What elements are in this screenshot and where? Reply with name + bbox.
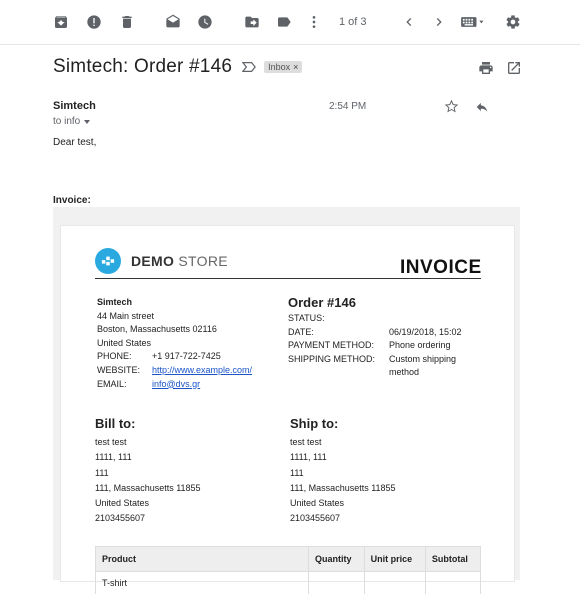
- order-date: 06/19/2018, 15:02: [389, 326, 479, 340]
- report-spam-icon[interactable]: [86, 14, 102, 30]
- input-tools-icon[interactable]: [459, 14, 487, 30]
- ship-to-line3: 111, Massachusetts 11855: [290, 481, 396, 496]
- archive-icon[interactable]: [53, 14, 69, 30]
- table-cell-product: T-shirt: [96, 572, 309, 594]
- email-time: 2:54 PM: [329, 101, 366, 112]
- store-website-row: WEBSITE: http://www.example.com/: [97, 364, 252, 378]
- ship-to-country: United States: [290, 496, 396, 511]
- subject-row: Simtech: Order #146 Inbox ×: [53, 56, 302, 78]
- table-cell-subtotal: [425, 572, 480, 594]
- invoice-heading: Invoice:: [53, 195, 91, 206]
- table-cell-quantity: [309, 572, 365, 594]
- column-header-quantity: Quantity: [309, 547, 365, 572]
- payment-method-row: PAYMENT METHOD: Phone ordering: [288, 339, 479, 353]
- toolbar: 1 of 3: [0, 0, 580, 45]
- store-email-label: EMAIL:: [97, 378, 152, 392]
- print-icon[interactable]: [478, 60, 494, 76]
- store-phone-label: PHONE:: [97, 350, 152, 364]
- invoice-title: INVOICE: [400, 257, 482, 279]
- mark-unread-icon[interactable]: [165, 14, 181, 30]
- order-status-row: STATUS:: [288, 312, 479, 326]
- settings-icon[interactable]: [505, 14, 521, 30]
- invoice-container: DEMO STORE INVOICE Simtech 44 Main stree…: [53, 207, 520, 580]
- bill-to-line3: 111, Massachusetts 11855: [95, 481, 201, 496]
- shipping-method-row: SHIPPING METHOD: Custom shipping method: [288, 353, 479, 380]
- store-phone: +1 917-722-7425: [152, 350, 221, 364]
- importance-marker-icon[interactable]: [242, 60, 256, 74]
- invoice-card: DEMO STORE INVOICE Simtech 44 Main stree…: [60, 225, 515, 582]
- ship-to-block: Ship to: test test 1111, 111 111 111, Ma…: [290, 415, 396, 527]
- store-name: Simtech: [97, 296, 252, 310]
- store-phone-row: PHONE: +1 917-722-7425: [97, 350, 252, 364]
- bill-to-name: test test: [95, 435, 201, 450]
- table-cell-unit-price: [364, 572, 425, 594]
- order-date-label: DATE:: [288, 326, 389, 340]
- store-logo: DEMO STORE: [95, 248, 228, 274]
- sender-name[interactable]: Simtech: [53, 100, 96, 112]
- column-header-subtotal: Subtotal: [425, 547, 480, 572]
- order-info: Order #146 STATUS: DATE: 06/19/2018, 15:…: [288, 295, 479, 380]
- items-table: Product Quantity Unit price Subtotal T-s…: [95, 546, 481, 594]
- order-title: Order #146: [288, 295, 479, 311]
- payment-method: Phone ordering: [389, 339, 479, 353]
- order-status-label: STATUS:: [288, 312, 389, 326]
- store-logo-text: DEMO STORE: [131, 253, 228, 269]
- column-header-product: Product: [96, 547, 309, 572]
- store-email-row: EMAIL: info@dvs.gr: [97, 378, 252, 392]
- table-header-row: Product Quantity Unit price Subtotal: [96, 547, 481, 572]
- move-to-icon[interactable]: [244, 14, 260, 30]
- table-row: T-shirt: [96, 572, 481, 594]
- next-icon[interactable]: [431, 14, 447, 30]
- ship-to-name: test test: [290, 435, 396, 450]
- order-date-row: DATE: 06/19/2018, 15:02: [288, 326, 479, 340]
- invoice-divider: [95, 278, 481, 279]
- inbox-label-chip: Inbox ×: [264, 61, 302, 73]
- column-header-unit-price: Unit price: [364, 547, 425, 572]
- label-icon[interactable]: [276, 14, 292, 30]
- ship-to-phone: 2103455607: [290, 511, 396, 526]
- store-address-line2: Boston, Massachusetts 02116: [97, 323, 252, 337]
- recipient-text: to info: [53, 116, 80, 127]
- recipient-details[interactable]: to info: [53, 116, 90, 127]
- remove-label-button[interactable]: ×: [293, 62, 298, 72]
- ship-to-line2: 111: [290, 466, 396, 481]
- ship-to-line1: 1111, 111: [290, 450, 396, 465]
- greeting-text: Dear test,: [53, 137, 96, 148]
- star-icon[interactable]: [444, 99, 459, 114]
- shipping-method: Custom shipping method: [389, 353, 479, 380]
- bill-to-heading: Bill to:: [95, 415, 201, 432]
- store-logo-icon: [95, 248, 121, 274]
- bill-to-block: Bill to: test test 1111, 111 111 111, Ma…: [95, 415, 201, 527]
- store-email-link[interactable]: info@dvs.gr: [152, 378, 200, 392]
- inbox-label-text: Inbox: [268, 62, 290, 72]
- ship-to-heading: Ship to:: [290, 415, 396, 432]
- bill-to-country: United States: [95, 496, 201, 511]
- shipping-method-label: SHIPPING METHOD:: [288, 353, 389, 380]
- pager-text: 1 of 3: [339, 16, 367, 28]
- payment-method-label: PAYMENT METHOD:: [288, 339, 389, 353]
- reply-icon[interactable]: [475, 100, 489, 114]
- store-website-label: WEBSITE:: [97, 364, 152, 378]
- bill-to-line2: 111: [95, 466, 201, 481]
- bill-to-line1: 1111, 111: [95, 450, 201, 465]
- store-address-line1: 44 Main street: [97, 310, 252, 324]
- store-website-link[interactable]: http://www.example.com/: [152, 364, 252, 378]
- store-info: Simtech 44 Main street Boston, Massachus…: [97, 296, 252, 391]
- bill-to-phone: 2103455607: [95, 511, 201, 526]
- email-subject: Simtech: Order #146: [53, 56, 232, 78]
- delete-icon[interactable]: [119, 14, 135, 30]
- store-country: United States: [97, 337, 252, 351]
- chevron-down-icon[interactable]: [84, 120, 90, 124]
- order-status: [389, 312, 479, 326]
- snooze-icon[interactable]: [197, 14, 213, 30]
- prev-icon[interactable]: [401, 14, 417, 30]
- open-in-new-window-icon[interactable]: [506, 60, 522, 76]
- more-icon[interactable]: [306, 14, 322, 30]
